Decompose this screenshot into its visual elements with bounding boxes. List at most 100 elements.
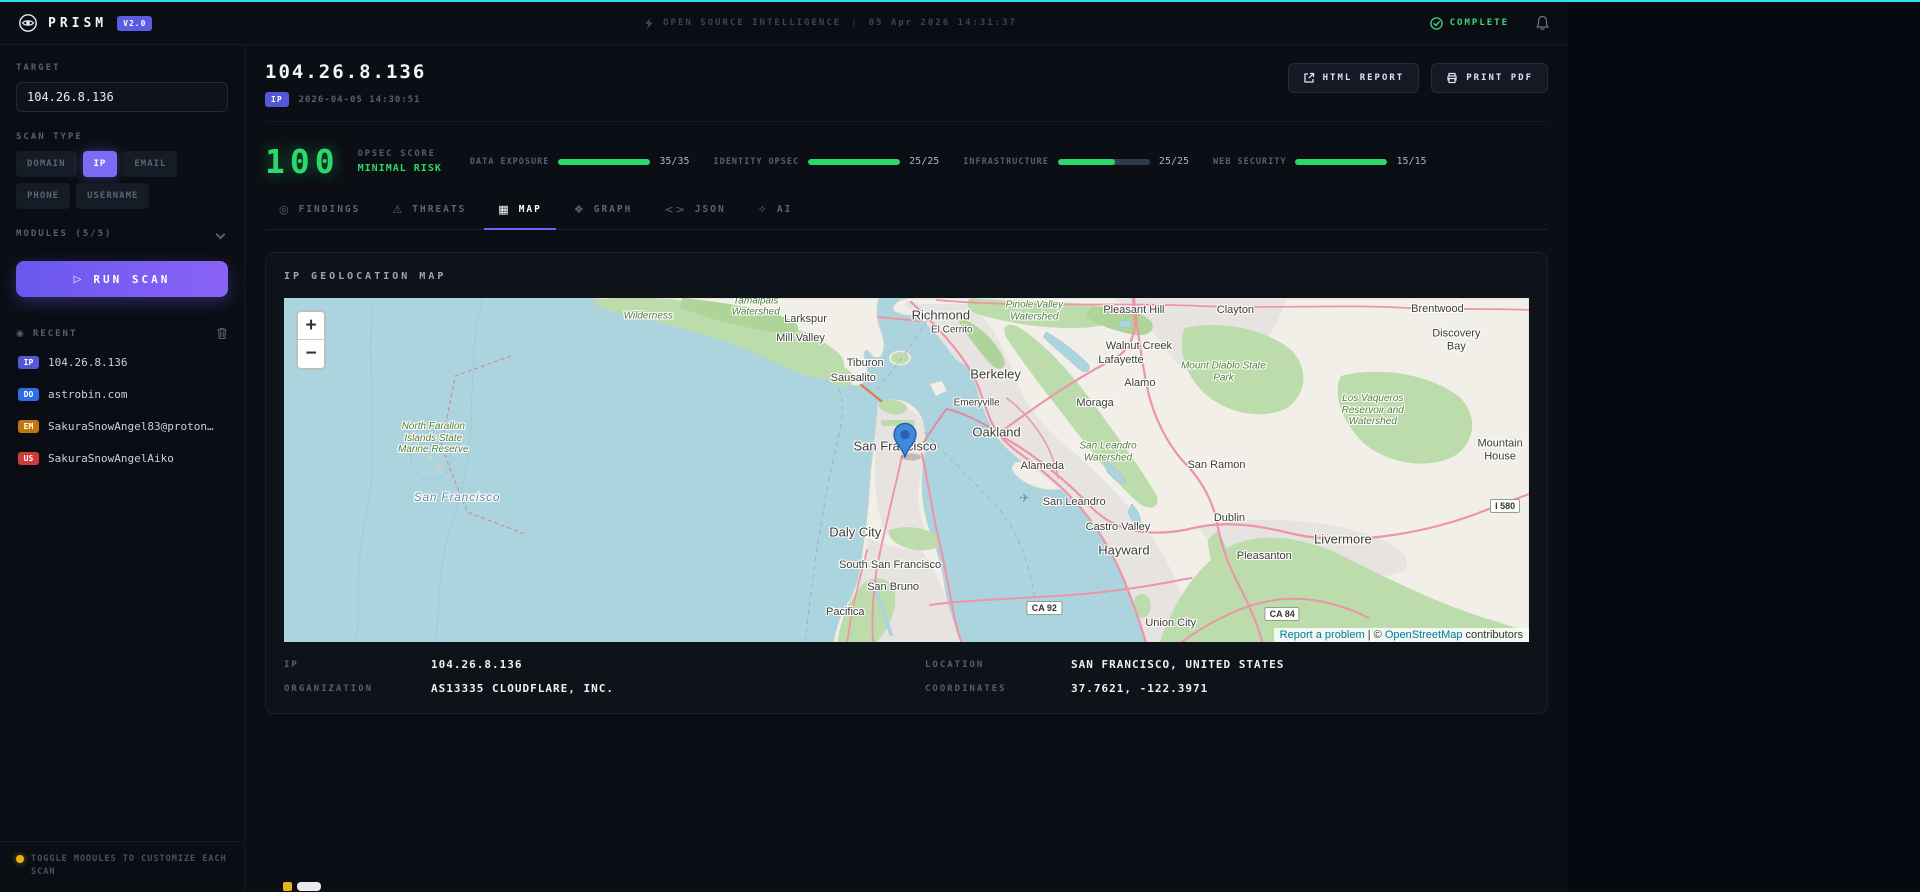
map-icon: ▦ — [498, 203, 511, 216]
tagline-text: OPEN SOURCE INTELLIGENCE — [663, 18, 842, 28]
html-report-button[interactable]: HTML REPORT — [1287, 63, 1420, 93]
tab-map[interactable]: ▦ MAP — [484, 193, 556, 230]
metric-bar — [1057, 158, 1150, 165]
app-title: PRISM — [48, 15, 108, 31]
sidebar: TARGET SCAN TYPE DOMAIN IP EMAIL PHONE U… — [0, 45, 245, 892]
run-scan-label: RUN SCAN — [93, 272, 171, 286]
bell-icon[interactable] — [1535, 15, 1550, 31]
chevron-down-icon — [215, 229, 226, 239]
metric-bar-fill — [1057, 158, 1115, 165]
zoom-out-button[interactable]: − — [298, 340, 324, 368]
map-place-label: Discovery Bay — [1432, 327, 1481, 352]
detail-location-value: SAN FRANCISCO, UNITED STATES — [1071, 658, 1285, 671]
tab-label: GRAPH — [593, 204, 633, 215]
metric-bar-fill — [558, 158, 651, 165]
tab-threats[interactable]: ⚠ THREATS — [378, 193, 480, 230]
recent-dot-icon: ◉ — [16, 328, 26, 339]
recent-item-username[interactable]: US SakuraSnowAngelAiko — [16, 442, 228, 474]
recent-item-domain[interactable]: DO astrobin.com — [16, 378, 228, 410]
map-place-label: Livermore — [1313, 531, 1372, 547]
recent-badge-ip: IP — [18, 355, 39, 369]
graph-icon: ❖ — [573, 203, 586, 216]
risk-level-label: MINIMAL RISK — [357, 163, 442, 174]
tab-graph[interactable]: ❖ GRAPH — [560, 193, 646, 230]
scan-type-domain[interactable]: DOMAIN — [16, 151, 77, 177]
status-complete: COMPLETE — [1429, 16, 1509, 30]
recent-label: RECENT — [32, 328, 78, 339]
printer-icon — [1447, 72, 1457, 84]
metric-value: 35/35 — [659, 156, 690, 167]
map-place-label: Daly City — [829, 524, 882, 540]
tab-json[interactable]: <> JSON — [650, 193, 739, 230]
report-problem-link[interactable]: Report a problem — [1280, 629, 1365, 641]
map-place-label: Pacifica — [826, 606, 865, 618]
play-icon: ▷ — [73, 273, 85, 285]
zoom-in-button[interactable]: + — [298, 312, 324, 340]
app-window: PRISM V2.0 OPEN SOURCE INTELLIGENCE | 05… — [0, 0, 1568, 892]
map-place-label: El Cerrito — [930, 324, 973, 336]
findings-icon: ◎ — [279, 203, 291, 216]
scan-type-email[interactable]: EMAIL — [123, 151, 178, 177]
scan-type-ip[interactable]: IP — [82, 151, 118, 177]
road-shield: I 580 — [1490, 499, 1521, 513]
print-pdf-button[interactable]: PRINT PDF — [1431, 63, 1548, 93]
tab-findings[interactable]: ◎ FINDINGS — [265, 193, 374, 230]
next-card-pill — [297, 882, 321, 891]
external-link-icon — [1303, 72, 1314, 83]
map-place-label: Tiburon — [846, 357, 884, 369]
target-input[interactable] — [16, 82, 228, 112]
recent-item-label: SakuraSnowAngelAiko — [48, 451, 174, 465]
scan-type-username[interactable]: USERNAME — [76, 183, 150, 209]
road-shield: CA 92 — [1026, 601, 1062, 615]
metric-bar — [558, 158, 651, 165]
geolocation-map[interactable]: Wilderness Tamalpais Watershed Larkspur Mil… — [284, 298, 1529, 642]
map-place-label: San Leandro Watershed — [1079, 440, 1137, 464]
trash-icon[interactable] — [216, 327, 228, 340]
map-place-label: North Farallon Islands State Marine Rese… — [397, 420, 469, 455]
map-place-label: Pleasant Hill — [1103, 304, 1165, 316]
opsec-score-label: OPSEC SCORE — [357, 149, 436, 159]
target-type-badge: IP — [265, 92, 289, 107]
recent-item-email[interactable]: EM SakuraSnowAngel83@proton… — [16, 410, 228, 442]
bolt-icon — [645, 17, 654, 29]
screen: PRISM V2.0 OPEN SOURCE INTELLIGENCE | 05… — [0, 0, 1920, 892]
scan-type-group: DOMAIN IP EMAIL PHONE USERNAME — [16, 151, 228, 209]
tab-label: THREATS — [412, 204, 467, 215]
scan-type-phone[interactable]: PHONE — [16, 183, 71, 209]
target-label: TARGET — [16, 63, 61, 73]
detail-coordinates-label: COORDINATES — [925, 683, 1007, 694]
metric-identity-opsec: IDENTITY OPSEC 25/25 — [714, 156, 940, 167]
map-place-label: Mountain House — [1477, 437, 1523, 462]
detail-ip-label: IP — [284, 659, 299, 670]
brand: PRISM V2.0 — [18, 13, 153, 33]
modules-label: MODULES (5/5) — [16, 229, 113, 239]
topbar-right: COMPLETE — [1429, 15, 1550, 31]
check-circle-icon — [1429, 16, 1443, 30]
recent-item-ip[interactable]: IP 104.26.8.136 — [16, 346, 228, 378]
topbar-datetime: 05 Apr 2026 14:31:37 — [868, 18, 1017, 28]
map-labels-layer: Wilderness Tamalpais Watershed Larkspur Mil… — [284, 298, 1529, 642]
map-place-label: Berkeley — [970, 366, 1021, 382]
next-card-icon — [283, 882, 292, 891]
metric-value: 15/15 — [1396, 156, 1427, 167]
version-badge: V2.0 — [117, 15, 153, 31]
metric-value: 25/25 — [909, 156, 940, 167]
openstreetmap-link[interactable]: OpenStreetMap — [1385, 629, 1463, 641]
detail-organization-value: AS13335 CLOUDFLARE, INC. — [431, 682, 614, 695]
map-place-label: ✈ — [1019, 491, 1030, 505]
metric-bar — [1295, 158, 1388, 165]
run-scan-button[interactable]: ▷ RUN SCAN — [16, 261, 228, 297]
tab-label: MAP — [518, 204, 542, 215]
metric-label: IDENTITY OPSEC — [713, 156, 800, 167]
tab-label: FINDINGS — [298, 204, 361, 215]
lightbulb-icon — [16, 854, 24, 863]
modules-toggle[interactable]: MODULES (5/5) — [16, 229, 228, 239]
scan-type-label: SCAN TYPE — [16, 132, 83, 142]
detail-coordinates-value: 37.7621, -122.3971 — [1071, 682, 1209, 695]
map-place-label: Wilderness — [623, 310, 673, 322]
metric-bar — [808, 158, 901, 165]
tab-ai[interactable]: ✧ AI — [744, 193, 807, 230]
map-place-label: Pinole Valley Watershed — [1005, 299, 1064, 323]
map-place-label: San Francisco — [413, 492, 501, 504]
map-place-label: Larkspur — [784, 313, 827, 325]
